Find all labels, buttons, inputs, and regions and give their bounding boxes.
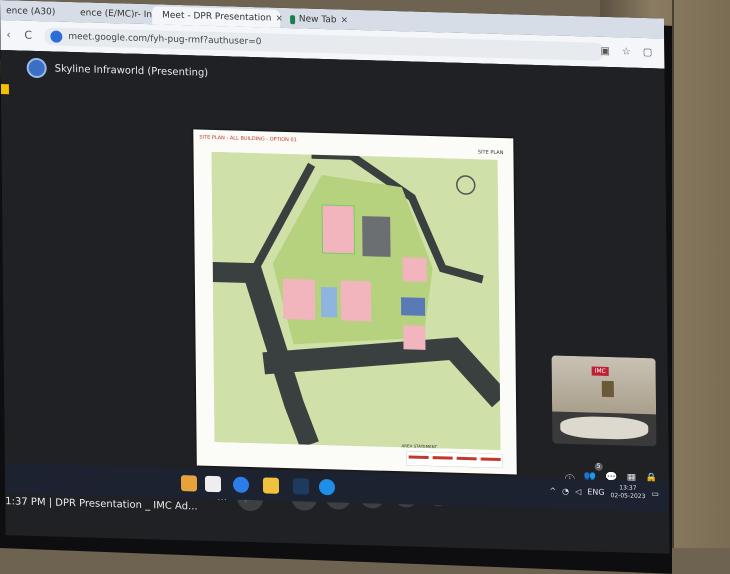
- chevron-up-icon[interactable]: ^: [549, 486, 556, 495]
- wall-portrait: [602, 381, 614, 397]
- chrome-icon[interactable]: [233, 477, 249, 493]
- close-icon[interactable]: ×: [275, 14, 283, 24]
- file-explorer-icon[interactable]: [263, 477, 279, 493]
- wifi-icon[interactable]: ◔: [562, 486, 569, 495]
- people-count-badge: 5: [595, 463, 603, 471]
- site-plan-drawing: [212, 152, 501, 450]
- camera-indicator-icon[interactable]: ▣: [600, 46, 610, 57]
- tab-label: Meet - DPR Presentation: [162, 11, 271, 24]
- monitor-screen: ence (A30) ence (E/MC)r- Indo- × Meet - …: [0, 0, 670, 554]
- browser-tab[interactable]: ence (E/MC)r- Indo- ×: [74, 4, 150, 24]
- back-icon[interactable]: ‹: [6, 28, 11, 41]
- edge-icon[interactable]: [319, 479, 335, 495]
- wall-seam: [672, 0, 674, 548]
- tab-label: New Tab: [299, 14, 337, 25]
- search-icon[interactable]: [205, 476, 221, 492]
- volume-icon[interactable]: ◁: [575, 487, 581, 496]
- close-icon[interactable]: ×: [340, 16, 348, 26]
- meeting-info: 1:37 PM | DPR Presentation _ IMC Ad...: [5, 496, 197, 512]
- taskbar-clock[interactable]: 13:37 02-05-2023: [610, 484, 645, 501]
- site-info-icon[interactable]: [50, 30, 62, 42]
- area-statement-label: AREA STATEMENT: [402, 443, 438, 449]
- extensions-icon[interactable]: ▢: [643, 47, 653, 58]
- presenter-label: Skyline Infraworld (Presenting): [55, 63, 209, 78]
- presented-slide: SITE PLAN - ALL BUILDING - OPTION 01 SIT…: [193, 129, 517, 474]
- conference-table: [560, 416, 648, 440]
- clock-date: 02-05-2023: [611, 492, 646, 501]
- url-text: meet.google.com/fyh-pug-rmf?authuser=0: [68, 32, 261, 47]
- slide-header-left: SITE PLAN - ALL BUILDING - OPTION 01: [199, 135, 297, 144]
- room-logo: IMC: [592, 367, 609, 376]
- reload-icon[interactable]: C: [24, 29, 32, 42]
- browser-tab[interactable]: ence (A30): [0, 2, 70, 22]
- address-bar-icons: ▣ ☆ ▢: [600, 46, 652, 58]
- notification-icon[interactable]: ▭: [651, 489, 659, 498]
- store-icon[interactable]: [293, 478, 309, 494]
- tab-label: ence (A30): [6, 6, 55, 17]
- bookmark-star-icon[interactable]: ☆: [622, 46, 631, 57]
- slide-header-right: SITE PLAN: [478, 149, 504, 156]
- widgets-icon[interactable]: [181, 475, 197, 491]
- language-indicator[interactable]: ENG: [587, 487, 604, 496]
- newtab-favicon-icon: [290, 15, 295, 24]
- system-tray: ^ ◔ ◁ ENG 13:37 02-05-2023 ▭: [549, 482, 659, 501]
- browser-tab[interactable]: New Tab ×: [284, 10, 354, 30]
- area-statement-table: [407, 451, 503, 468]
- participant-video-tile[interactable]: IMC: [552, 355, 657, 446]
- presenter-avatar: [27, 58, 47, 79]
